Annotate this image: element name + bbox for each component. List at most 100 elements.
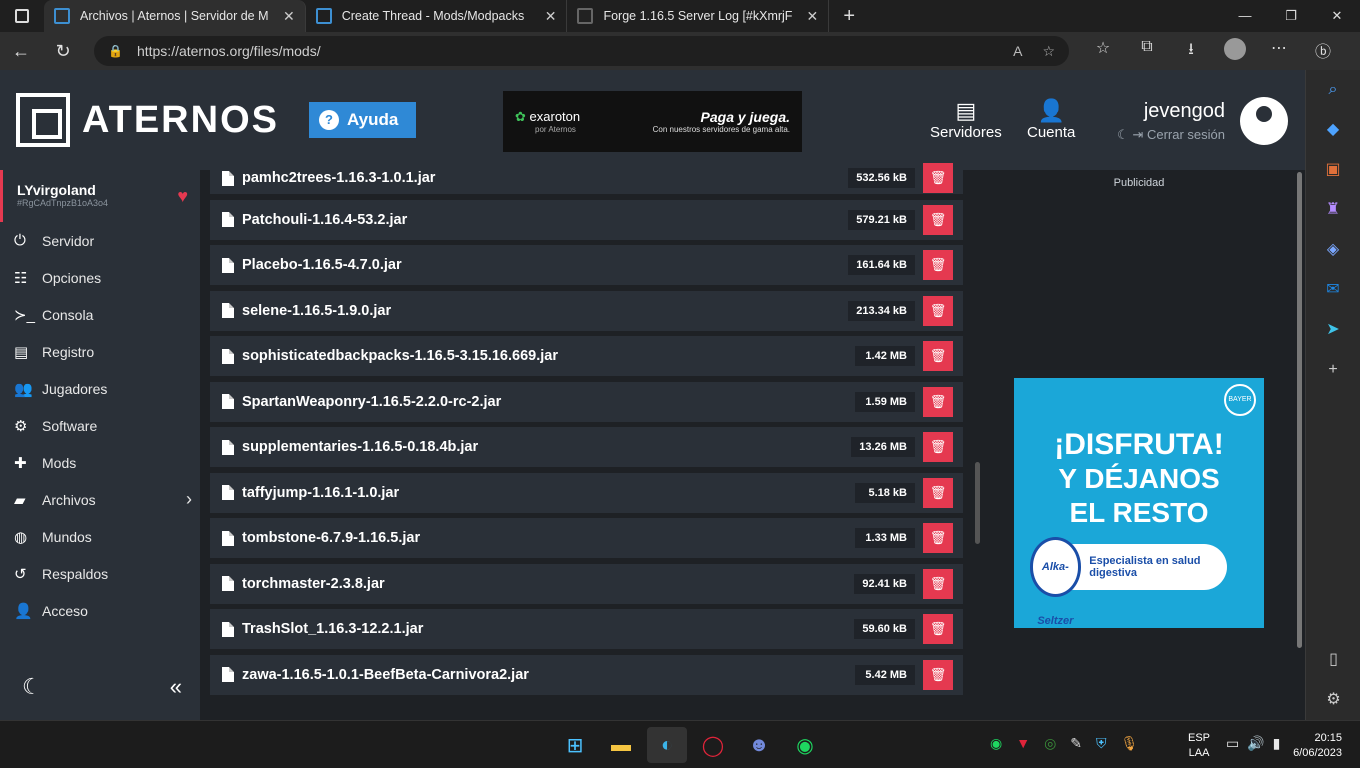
browser-tab-aternos[interactable]: Archivos | Aternos | Servidor de M ✕ [44,0,306,32]
file-row[interactable]: supplementaries-1.16.5-0.18.4b.jar 13.26 … [210,427,963,467]
security-tray-icon[interactable]: ⛨ [1096,735,1107,752]
downloads-icon[interactable]: ⭳ [1169,38,1213,65]
file-row[interactable]: SpartanWeaponry-1.16.5-2.2.0-rc-2.jar 1.5… [210,381,963,422]
file-name[interactable]: taffyjump-1.16.1-1.0.jar [242,485,855,501]
trash-icon[interactable]: 🗑 [923,250,953,280]
username[interactable]: jevengod [1105,100,1225,123]
add-icon[interactable]: + [1306,350,1360,390]
profile-icon[interactable] [1213,37,1257,65]
more-menu-icon[interactable]: ⋯ [1257,38,1301,65]
sidebar-item-servidor[interactable]: ⏻ Servidor [0,222,200,259]
close-tab-icon[interactable]: ✕ [545,8,557,25]
spotify-tray-icon[interactable]: ◉ [990,735,1002,752]
sidebar-item-software[interactable]: ⚙ Software [0,407,200,444]
sidebar-item-mundos[interactable]: ◍ Mundos [0,518,200,555]
drop-icon[interactable]: ➤ [1306,310,1360,350]
file-row[interactable]: Placebo-1.16.5-4.7.0.jar 161.64 kB 🗑 [210,245,963,285]
collapse-sidebar-icon[interactable]: « [170,674,182,700]
trash-icon[interactable]: 🗑 [923,523,953,553]
trash-icon[interactable]: 🗑 [923,614,953,644]
sidebar-item-acceso[interactable]: 👤 Acceso [0,592,200,629]
file-row[interactable]: pamhc2trees-1.16.3-1.0.1.jar 532.56 kB 🗑 [210,162,963,194]
back-icon[interactable]: ← [0,41,42,62]
sidebar-item-registro[interactable]: ▤ Registro [0,333,200,370]
copilot-icon[interactable]: ◈ [1306,230,1360,270]
pen-tray-icon[interactable]: ✎ [1070,735,1082,752]
outlook-icon[interactable]: ✉ [1306,270,1360,310]
file-row[interactable]: taffyjump-1.16.1-1.0.jar 5.18 kB 🗑 [210,472,963,513]
read-aloud-icon[interactable]: A [1013,43,1022,60]
search-icon[interactable]: ⌕ [1306,70,1360,110]
servers-link[interactable]: ▤ Servidores [930,98,1002,141]
trash-icon[interactable]: 🗑 [923,341,953,371]
file-name[interactable]: supplementaries-1.16.5-0.18.4b.jar [242,439,851,455]
account-link[interactable]: 👤 Cuenta [1027,98,1075,141]
file-name[interactable]: tombstone-6.7.9-1.16.5.jar [242,530,855,546]
close-tab-icon[interactable]: ✕ [806,8,818,25]
windows-start-icon[interactable]: ⊞ [555,727,595,763]
discord-icon[interactable]: ☻ [739,727,779,763]
trash-icon[interactable]: 🗑 [923,204,953,235]
help-button[interactable]: ? Ayuda [308,102,417,138]
file-name[interactable]: Placebo-1.16.5-4.7.0.jar [242,257,848,273]
sidebar-item-opciones[interactable]: ☷ Opciones [0,259,200,296]
refresh-icon[interactable]: ↻ [42,41,84,62]
file-row[interactable]: tombstone-6.7.9-1.16.5.jar 1.33 MB 🗑 [210,518,963,558]
tools-icon[interactable]: ▣ [1306,150,1360,190]
browser-tab-server-log[interactable]: Forge 1.16.5 Server Log [#kXmrjF ✕ [567,0,830,32]
file-name[interactable]: torchmaster-2.3.8.jar [242,576,854,592]
file-name[interactable]: selene-1.16.5-1.9.0.jar [242,303,848,319]
language-indicator[interactable]: ESP LAA [1188,731,1210,761]
settings-gear-icon[interactable]: ⚙ [1306,680,1360,720]
system-icons[interactable]: ▭ 🔊 ▮ [1226,735,1280,752]
collections-icon[interactable]: ⧉ [1125,38,1169,65]
file-row[interactable]: TrashSlot_1.16.3-12.2.1.jar 59.60 kB 🗑 [210,609,963,649]
user-avatar[interactable] [1240,97,1288,145]
logout-link[interactable]: Cerrar sesión [1147,127,1225,142]
browser-tab-create-thread[interactable]: Create Thread - Mods/Modpacks ✕ [306,0,568,32]
sidebar-item-jugadores[interactable]: 👥 Jugadores [0,370,200,407]
exaroton-ad-banner[interactable]: ✿ exaroton por Aternos Paga y juega. Con… [503,91,802,152]
trash-icon[interactable]: 🗑 [923,295,953,326]
file-name[interactable]: TrashSlot_1.16.3-12.2.1.jar [242,621,854,637]
sidebar-item-mods[interactable]: ✚ Mods [0,444,200,481]
trash-icon[interactable]: 🗑 [923,568,953,599]
file-name[interactable]: pamhc2trees-1.16.3-1.0.1.jar [242,170,848,186]
file-name[interactable]: SpartanWeaponry-1.16.5-2.2.0-rc-2.jar [242,394,855,410]
file-explorer-icon[interactable]: ▬ [601,727,641,763]
dark-mode-icon[interactable]: ☾ [1117,127,1129,142]
file-list-scrollbar[interactable] [975,462,980,544]
moon-icon[interactable]: ☾ [22,674,42,700]
url-field[interactable]: 🔒 https://aternos.org/files/mods/ A ☆ [94,36,1069,66]
broken-heart-icon[interactable]: ♥ [177,186,188,207]
file-row[interactable]: sophisticatedbackpacks-1.16.5-3.15.16.66… [210,336,963,376]
sidebar-toggle-icon[interactable]: ▯ [1306,640,1360,680]
nvidia-tray-icon[interactable]: ◎ [1044,735,1056,752]
opera-icon[interactable]: ◯ [693,727,733,763]
clock[interactable]: 20:15 6/06/2023 [1282,731,1342,761]
trash-icon[interactable]: 🗑 [923,432,953,462]
workspaces-icon[interactable] [0,0,44,32]
alka-seltzer-ad[interactable]: BAYER ¡DISFRUTA! Y DÉJANOS EL RESTO Alka… [1014,378,1264,628]
trash-icon[interactable]: 🗑 [923,477,953,508]
trash-icon[interactable]: 🗑 [923,386,953,417]
file-row[interactable]: Patchouli-1.16.4-53.2.jar 579.21 kB 🗑 [210,199,963,240]
close-window-icon[interactable]: ✕ [1314,8,1360,24]
sidebar-item-respaldos[interactable]: ↺ Respaldos [0,555,200,592]
file-row[interactable]: zawa-1.16.5-1.0.1-BeefBeta-Carnivora2.ja… [210,654,963,695]
shopping-tag-icon[interactable]: ◆ [1306,110,1360,150]
close-tab-icon[interactable]: ✕ [283,8,295,25]
vpn-tray-icon[interactable]: ▼ [1016,735,1030,752]
favorites-icon[interactable]: ☆ [1081,38,1125,65]
server-header[interactable]: LYvirgoland #RgCAdTnpzB1oA3o4 ♥ [0,170,200,222]
favorite-star-icon[interactable]: ☆ [1042,43,1055,60]
sidebar-item-consola[interactable]: ≻_ Consola [0,296,200,333]
file-row[interactable]: selene-1.16.5-1.9.0.jar 213.34 kB 🗑 [210,290,963,331]
minimize-icon[interactable]: — [1222,8,1268,24]
restore-icon[interactable]: ❐ [1268,8,1314,24]
file-row[interactable]: torchmaster-2.3.8.jar 92.41 kB 🗑 [210,563,963,604]
spotify-icon[interactable]: ◉ [785,727,825,763]
edge-browser-icon[interactable]: ◐ [647,727,687,763]
trash-icon[interactable]: 🗑 [923,163,953,193]
file-name[interactable]: sophisticatedbackpacks-1.16.5-3.15.16.66… [242,348,855,364]
